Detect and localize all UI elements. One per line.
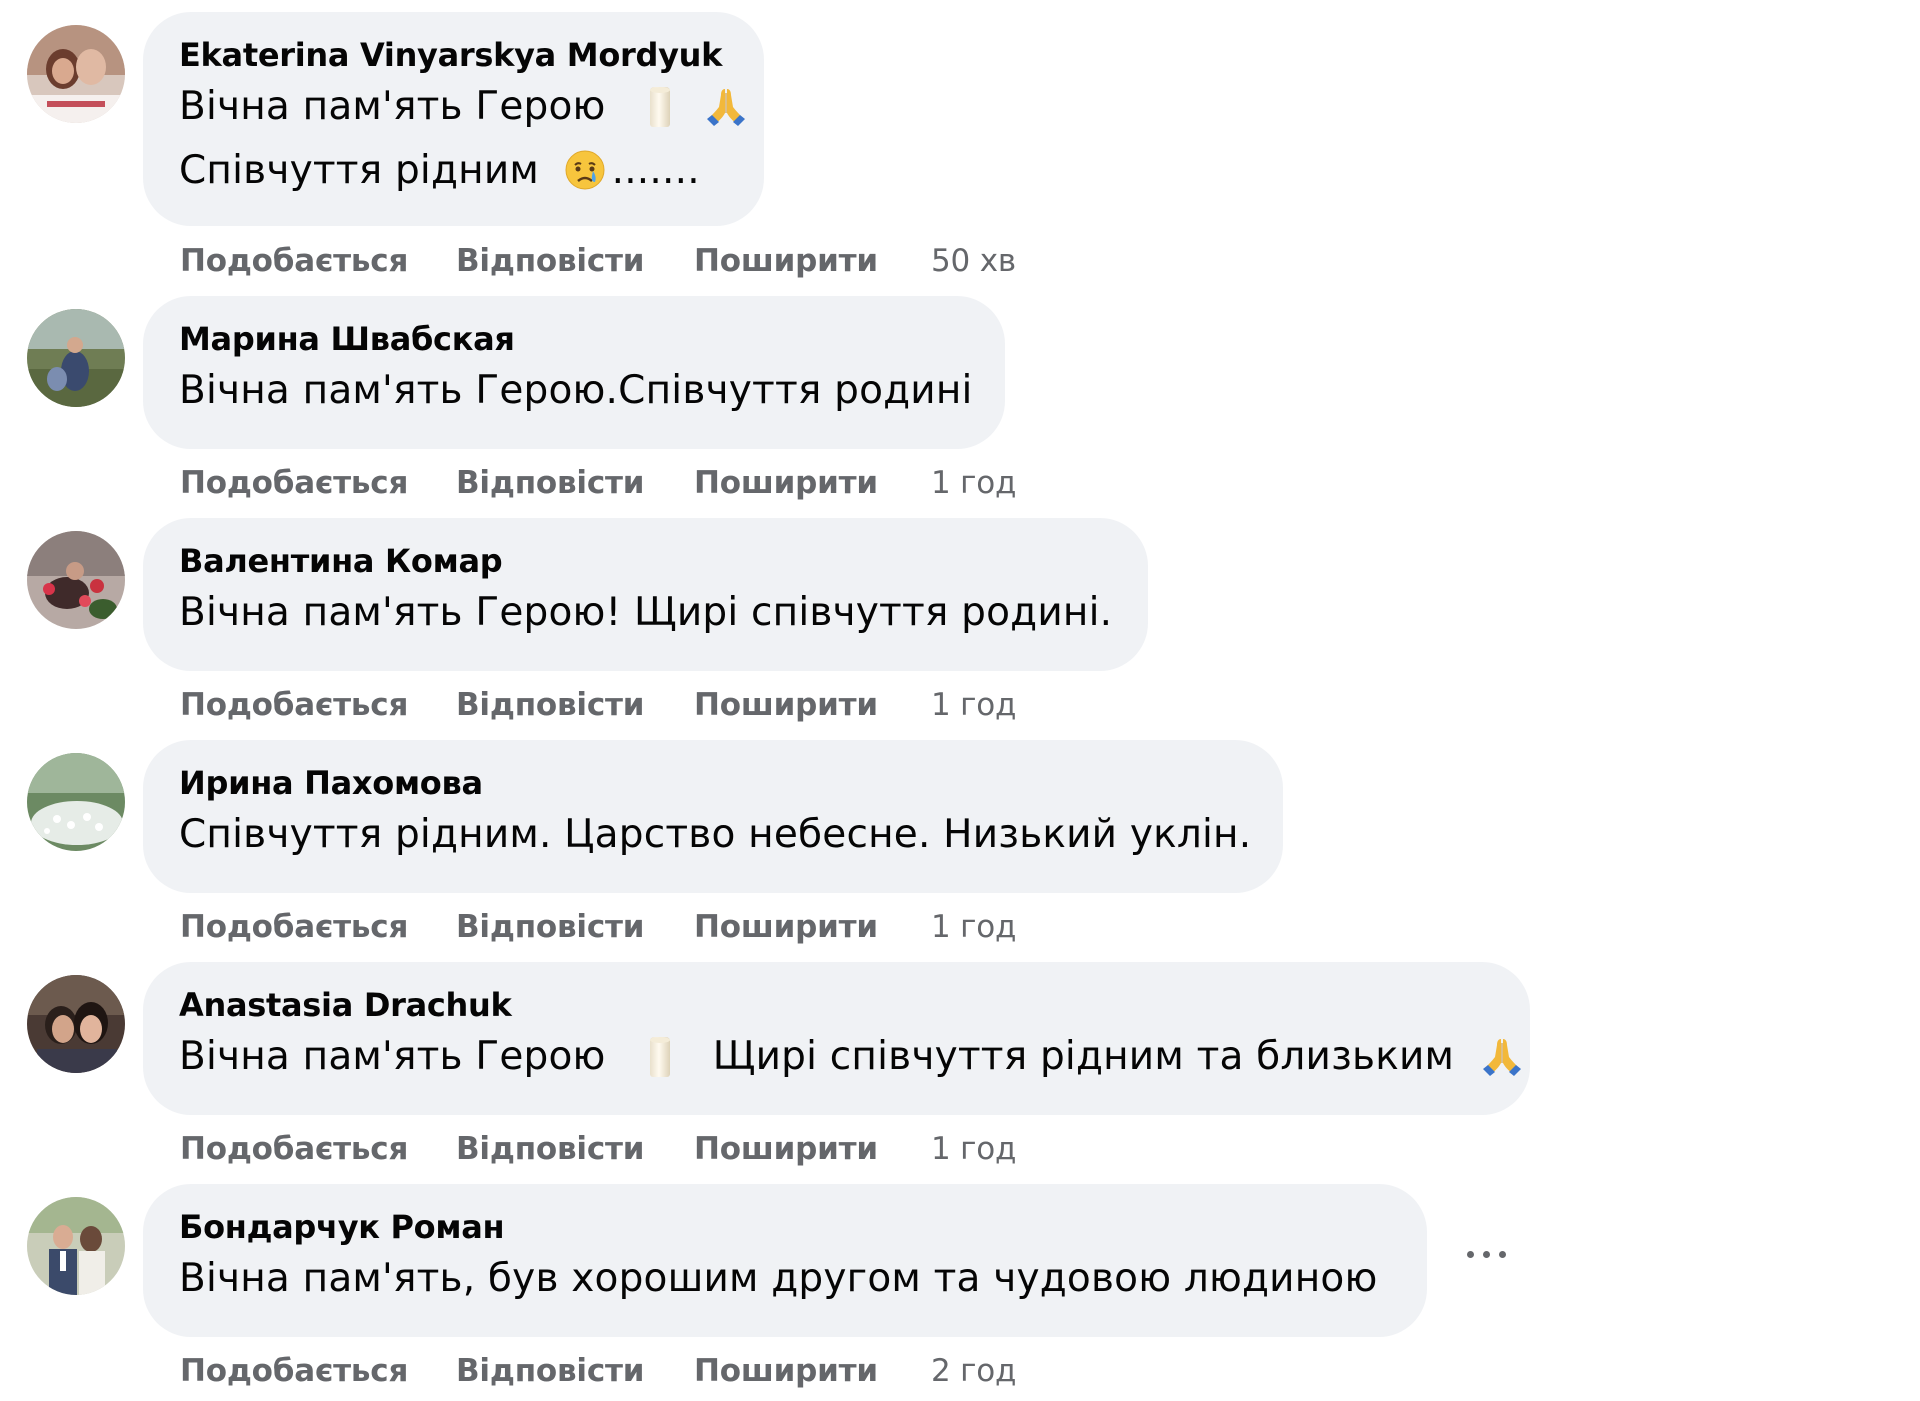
- comment-bubble: Бондарчук Роман Вічна пам'ять, був хорош…: [143, 1184, 1427, 1337]
- comment-timestamp[interactable]: 1 год: [931, 683, 1016, 727]
- reply-button[interactable]: Відповісти: [456, 683, 645, 727]
- avatar[interactable]: [27, 25, 125, 123]
- reply-button[interactable]: Відповісти: [456, 905, 645, 949]
- comment-bubble: Ekaterina Vinyarskya Mordyuk Вічна пам'я…: [143, 12, 764, 226]
- comment-text-line: Щирі співчуття рідним та близьким: [712, 1034, 1455, 1079]
- comment-text: Вічна пам'ять, був хорошим другом та чуд…: [179, 1256, 1378, 1301]
- avatar[interactable]: [27, 1197, 125, 1295]
- crying-face-icon: [562, 147, 608, 193]
- comment-timestamp[interactable]: 2 год: [931, 1349, 1016, 1393]
- comment-timestamp[interactable]: 1 год: [931, 1127, 1016, 1171]
- like-button[interactable]: Подобається: [180, 461, 408, 505]
- comment-text-line: Співчуття рідним: [179, 148, 539, 193]
- comment-timestamp[interactable]: 50 хв: [931, 239, 1016, 283]
- candle-icon: [636, 83, 682, 129]
- like-button[interactable]: Подобається: [180, 1127, 408, 1171]
- reply-button[interactable]: Відповісти: [456, 461, 645, 505]
- reply-button[interactable]: Відповісти: [456, 1127, 645, 1171]
- comment-text: Співчуття рідним .......: [179, 139, 728, 203]
- comment-text: Вічна пам'ять Герою! Щирі співчуття роди…: [179, 590, 1113, 635]
- comment-author[interactable]: Ekaterina Vinyarskya Mordyuk: [179, 35, 728, 75]
- comment-thread: Ekaterina Vinyarskya Mordyuk Вічна пам'я…: [0, 0, 1920, 1401]
- reply-button[interactable]: Відповісти: [456, 239, 645, 283]
- comment-text-line: Вічна пам'ять Герою: [179, 84, 606, 129]
- avatar[interactable]: [27, 531, 125, 629]
- reply-button[interactable]: Відповісти: [456, 1349, 645, 1393]
- avatar[interactable]: [27, 975, 125, 1073]
- more-options-icon[interactable]: [1457, 1234, 1517, 1274]
- comment-text: Вічна пам'ять Герою Щирі співчуття рідни…: [179, 1025, 1494, 1089]
- like-button[interactable]: Подобається: [180, 683, 408, 727]
- comment-author[interactable]: Марина Швабская: [179, 319, 969, 359]
- share-button[interactable]: Поширити: [694, 461, 878, 505]
- candle-icon: [636, 1033, 682, 1079]
- share-button[interactable]: Поширити: [694, 1127, 878, 1171]
- like-button[interactable]: Подобається: [180, 905, 408, 949]
- share-button[interactable]: Поширити: [694, 905, 878, 949]
- share-button[interactable]: Поширити: [694, 239, 878, 283]
- avatar[interactable]: [27, 309, 125, 407]
- comment-text-line: Вічна пам'ять Герою: [179, 1034, 606, 1079]
- like-button[interactable]: Подобається: [180, 1349, 408, 1393]
- comment-text: Співчуття рідним. Царство небесне. Низьк…: [179, 812, 1252, 857]
- comment-author[interactable]: Бондарчук Роман: [179, 1207, 1391, 1247]
- share-button[interactable]: Поширити: [694, 683, 878, 727]
- comment-timestamp[interactable]: 1 год: [931, 461, 1016, 505]
- comment-author[interactable]: Ирина Пахомова: [179, 763, 1247, 803]
- folded-hands-icon: [1479, 1033, 1525, 1079]
- comment-text: Вічна пам'ять Герою: [179, 75, 728, 139]
- comment-text-line: .......: [611, 148, 700, 193]
- comment-bubble: Anastasia Drachuk Вічна пам'ять Герою Щи…: [143, 962, 1530, 1115]
- comment-bubble: Валентина Комар Вічна пам'ять Герою! Щир…: [143, 518, 1148, 671]
- avatar[interactable]: [27, 753, 125, 851]
- share-button[interactable]: Поширити: [694, 1349, 878, 1393]
- comment-author[interactable]: Anastasia Drachuk: [179, 985, 1494, 1025]
- comment-text: Вічна пам'ять Герою.Співчуття родині: [179, 368, 973, 413]
- comment-bubble: Ирина Пахомова Співчуття рідним. Царство…: [143, 740, 1283, 893]
- comment-author[interactable]: Валентина Комар: [179, 541, 1112, 581]
- like-button[interactable]: Подобається: [180, 239, 408, 283]
- comment-timestamp[interactable]: 1 год: [931, 905, 1016, 949]
- folded-hands-icon: [703, 83, 749, 129]
- comment-bubble: Марина Швабская Вічна пам'ять Герою.Спів…: [143, 296, 1005, 449]
